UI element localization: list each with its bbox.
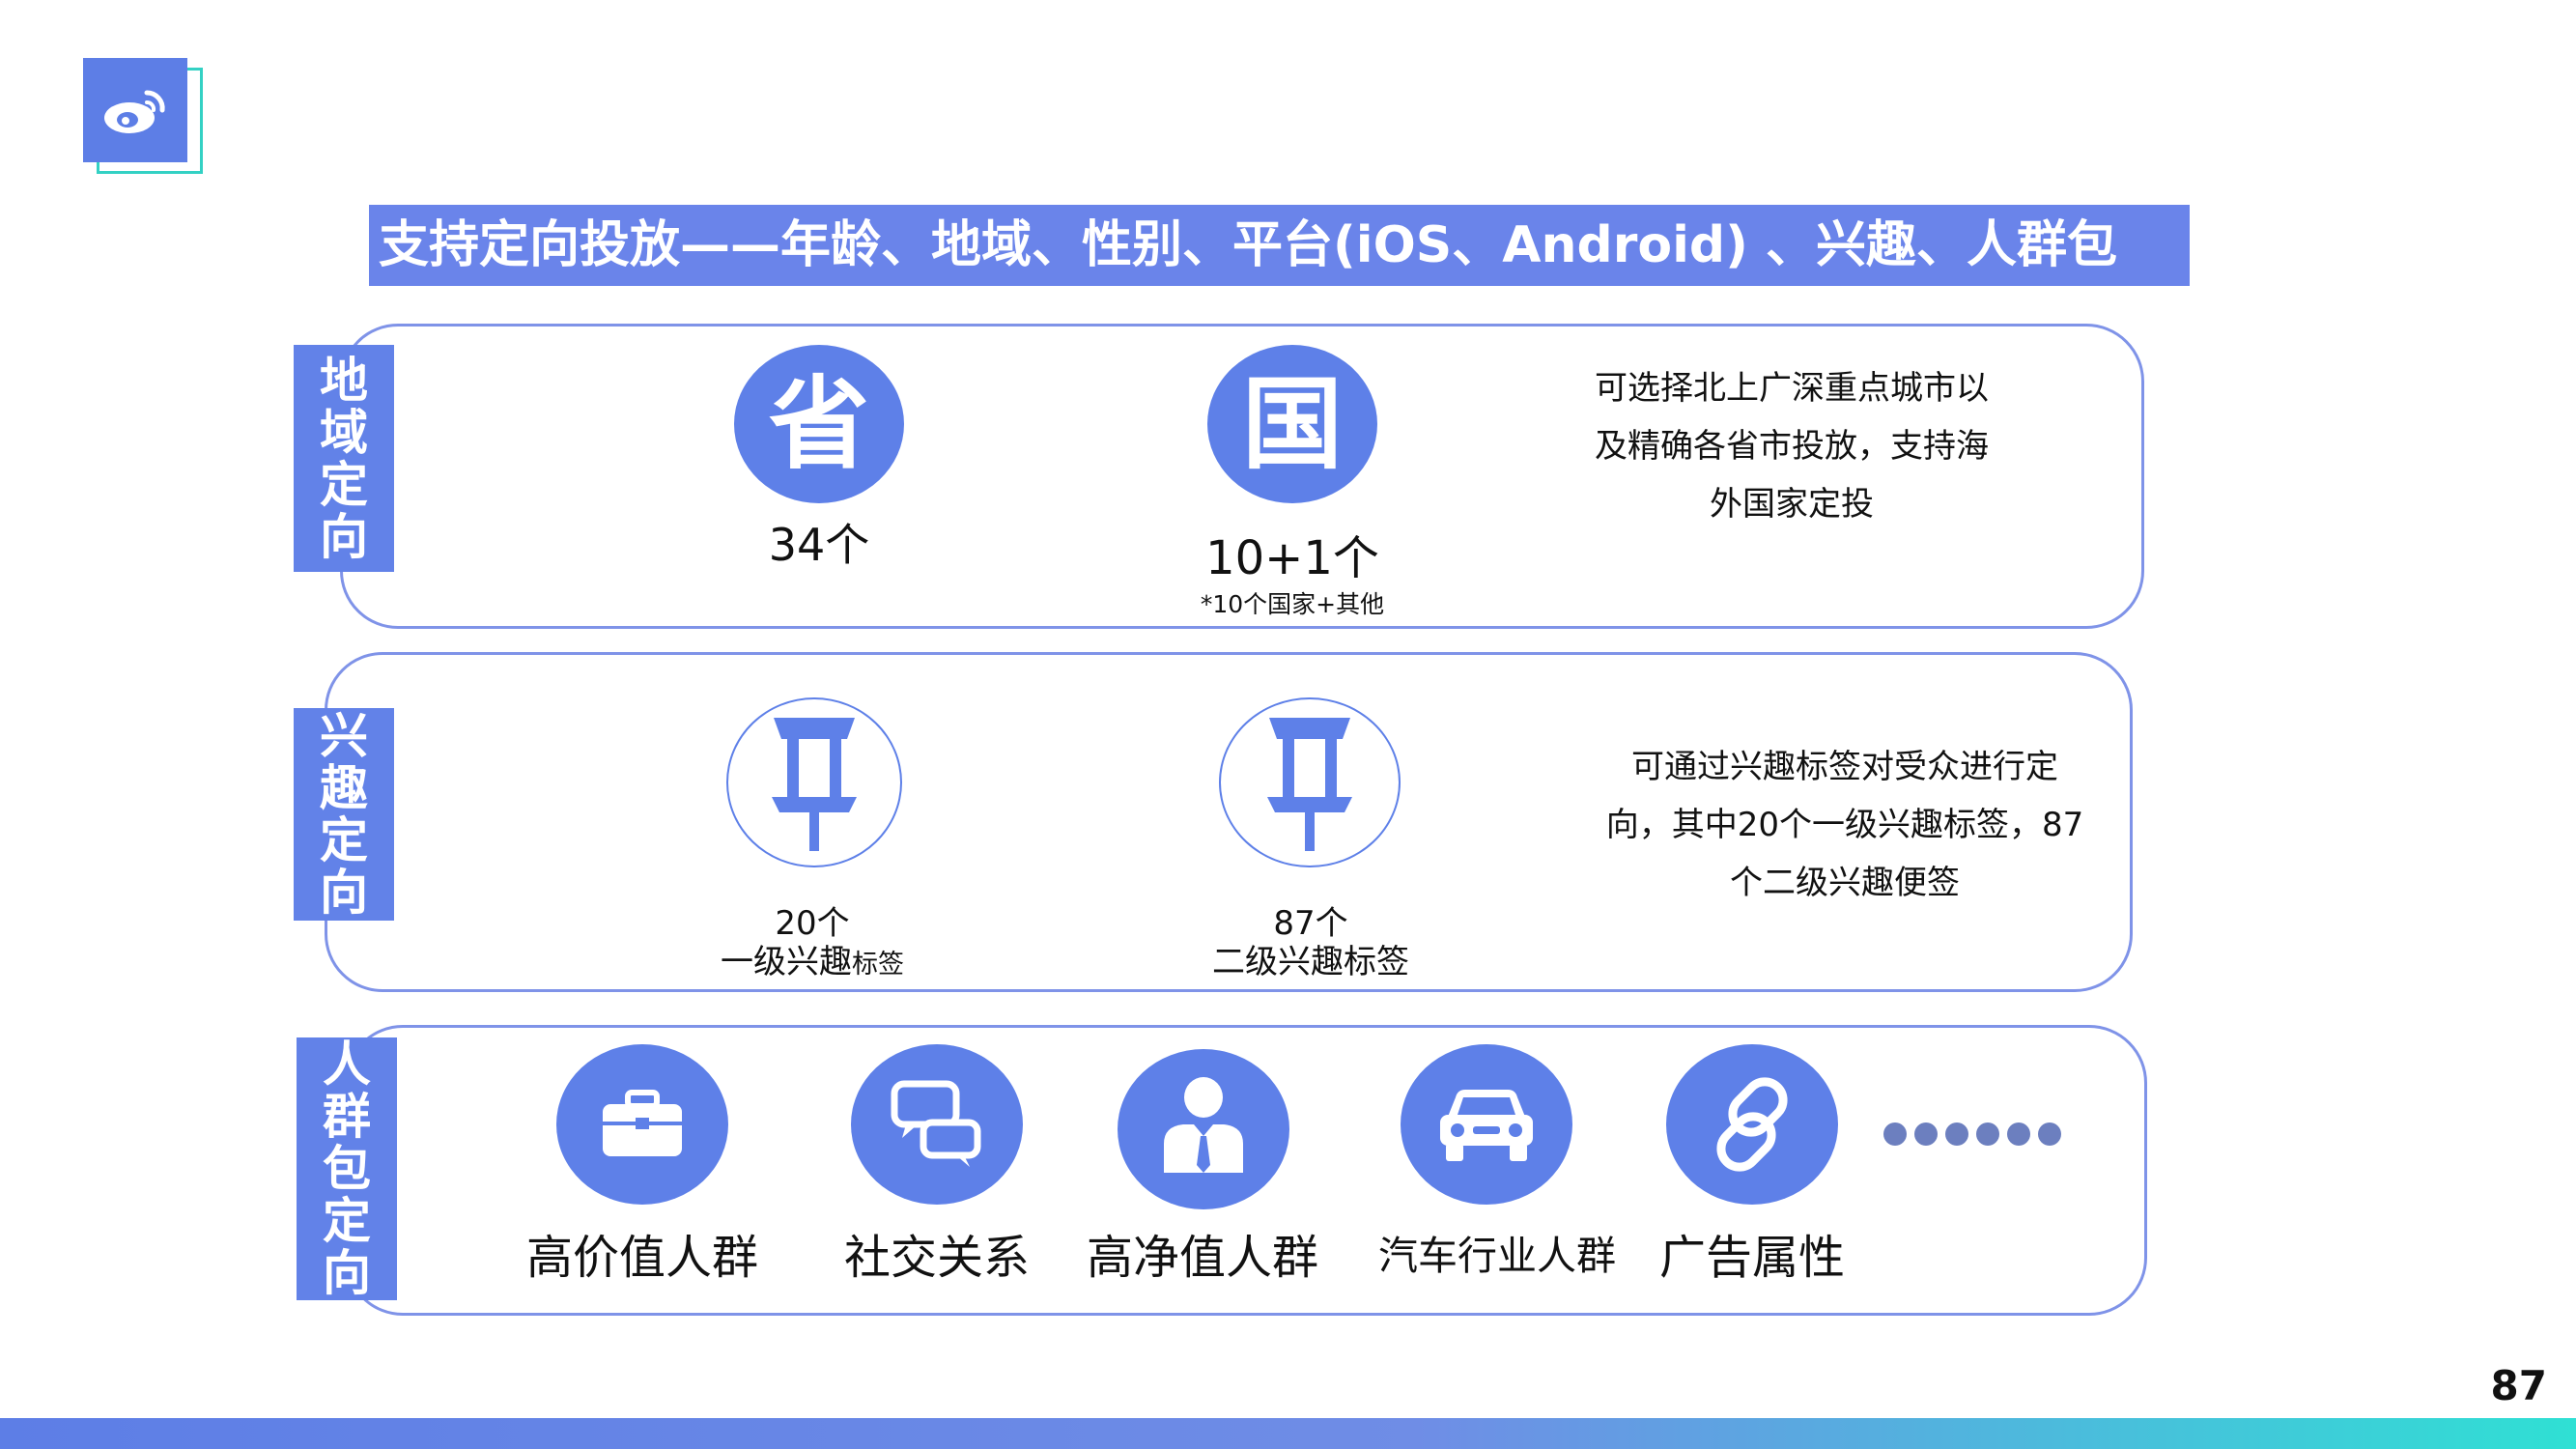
ellipsis-dot xyxy=(2038,1122,2061,1146)
page-number: 87 xyxy=(2490,1362,2547,1409)
country-icon: 国 xyxy=(1207,345,1377,503)
weibo-icon xyxy=(104,90,165,133)
ellipsis-dot xyxy=(1883,1122,1907,1146)
province-icon: 省 xyxy=(734,345,904,503)
audience-item-label: 高净值人群 xyxy=(1086,1231,1318,1285)
businessman-icon xyxy=(1118,1049,1289,1209)
footer-bar xyxy=(0,1418,2576,1449)
audience-item-label: 汽车行业人群 xyxy=(1378,1233,1616,1279)
ellipsis-dot xyxy=(1914,1122,1938,1146)
ellipsis-dot xyxy=(1976,1122,1999,1146)
pushpin-icon xyxy=(1219,697,1401,867)
level2-label: 二级兴趣标签 xyxy=(1212,943,1409,981)
geo-targeting-tab: 地域定向 xyxy=(294,345,394,572)
country-note: *10个国家+其他 xyxy=(1200,590,1385,618)
audience-item-label: 社交关系 xyxy=(843,1231,1030,1285)
briefcase-icon xyxy=(556,1044,728,1205)
geo-description: 可选择北上广深重点城市以 及精确各省市投放，支持海 外国家定投 xyxy=(1595,369,1989,524)
pushpin-icon xyxy=(726,697,902,867)
interest-description: 可通过兴趣标签对受众进行定 向，其中20个一级兴趣标签，87 个二级兴趣便签 xyxy=(1605,748,2084,902)
more-ellipsis xyxy=(1883,1122,2061,1146)
chat-bubbles-icon xyxy=(851,1044,1023,1205)
ellipsis-dot xyxy=(1945,1122,1968,1146)
link-chain-icon xyxy=(1666,1044,1838,1205)
page-title: 支持定向投放——年龄、地域、性别、平台(iOS、Android) 、兴趣、人群包 xyxy=(379,216,2118,274)
ellipsis-dot xyxy=(2007,1122,2030,1146)
interest-targeting-tab: 兴趣定向 xyxy=(294,708,394,921)
audience-package-tab: 人群包定向 xyxy=(297,1037,397,1300)
audience-item-label: 高价值人群 xyxy=(525,1231,758,1285)
country-count: 10+1个 xyxy=(1205,531,1379,585)
audience-item-label: 广告属性 xyxy=(1658,1231,1845,1285)
weibo-logo xyxy=(83,58,187,162)
car-icon xyxy=(1401,1044,1572,1205)
province-count: 34个 xyxy=(768,519,870,571)
level1-label: 一级兴趣标签 xyxy=(721,943,904,981)
